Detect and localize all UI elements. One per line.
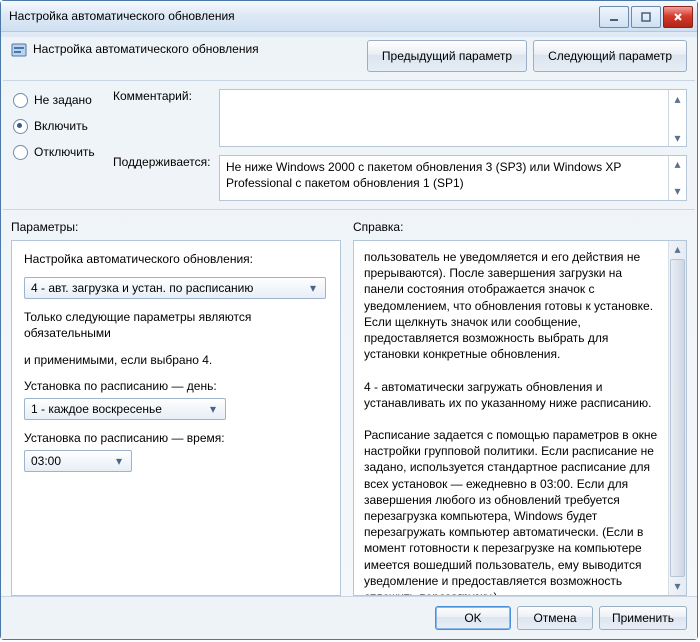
state-radio-group: Не задано Включить Отключить <box>13 89 113 201</box>
radio-icon <box>13 93 28 108</box>
options-label: Параметры: <box>11 220 341 240</box>
panels: Параметры: Настройка автоматического обн… <box>1 216 697 596</box>
close-icon <box>673 12 683 22</box>
window-buttons <box>597 6 693 26</box>
radio-label: Не задано <box>34 93 92 107</box>
help-scrollbar[interactable]: ▴ ▾ <box>668 241 686 595</box>
radio-icon <box>13 145 28 160</box>
header: Настройка автоматического обновления Пре… <box>1 32 697 80</box>
close-button[interactable] <box>663 6 693 28</box>
state-disabled[interactable]: Отключить <box>13 141 113 163</box>
minimize-button[interactable] <box>599 6 629 28</box>
window-title: Настройка автоматического обновления <box>9 9 597 23</box>
scroll-up-icon: ▴ <box>669 241 686 258</box>
previous-setting-button[interactable]: Предыдущий параметр <box>367 40 527 72</box>
schedule-time-dropdown[interactable]: 03:00 ▾ <box>24 450 132 472</box>
radio-icon <box>13 119 28 134</box>
help-label: Справка: <box>353 220 687 240</box>
policy-icon <box>11 42 27 58</box>
dialog-window: Настройка автоматического обновления Нас… <box>0 0 698 640</box>
radio-label: Включить <box>34 119 88 133</box>
scroll-down-icon: ▾ <box>669 578 686 595</box>
options-box: Настройка автоматического обновления: 4 … <box>11 240 341 596</box>
chevron-down-icon: ▾ <box>111 453 127 469</box>
titlebar: Настройка автоматического обновления <box>1 1 697 32</box>
dropdown-value: 4 - авт. загрузка и устан. по расписанию <box>31 280 305 296</box>
maximize-icon <box>641 12 651 22</box>
state-enabled[interactable]: Включить <box>13 115 113 137</box>
comment-scrollbar[interactable]: ▴ ▾ <box>668 90 686 146</box>
supported-box: Не ниже Windows 2000 с пакетом обновлени… <box>219 155 687 201</box>
footer: OK Отмена Применить <box>1 596 697 639</box>
cancel-button[interactable]: Отмена <box>517 606 593 630</box>
state-not-configured[interactable]: Не задано <box>13 89 113 111</box>
scroll-up-icon: ▴ <box>669 90 686 107</box>
scroll-up-icon: ▴ <box>669 156 686 173</box>
options-note2: и применимыми, если выбрано 4. <box>24 352 328 368</box>
ok-button[interactable]: OK <box>435 606 511 630</box>
next-setting-button[interactable]: Следующий параметр <box>533 40 687 72</box>
minimize-icon <box>609 12 619 22</box>
comment-label: Комментарий: <box>113 89 219 147</box>
divider <box>3 209 695 210</box>
settings-grid: Не задано Включить Отключить Комментарий… <box>1 81 697 205</box>
maximize-button[interactable] <box>631 6 661 28</box>
header-title: Настройка автоматического обновления <box>33 40 361 56</box>
options-note: Только следующие параметры являются обяз… <box>24 309 328 341</box>
dropdown-value: 03:00 <box>31 453 111 469</box>
chevron-down-icon: ▾ <box>205 401 221 417</box>
help-panel: Справка: пользователь не уведомляется и … <box>353 220 687 596</box>
schedule-day-label: Установка по расписанию — день: <box>24 378 328 394</box>
scroll-thumb[interactable] <box>670 259 685 577</box>
scroll-down-icon: ▾ <box>669 129 686 146</box>
options-heading: Настройка автоматического обновления: <box>24 251 328 267</box>
options-panel: Параметры: Настройка автоматического обн… <box>11 220 341 596</box>
comment-supported-col: Комментарий: ▴ ▾ Поддерживается: Не ниже… <box>113 89 687 201</box>
supported-scrollbar[interactable]: ▴ ▾ <box>668 156 686 200</box>
apply-button[interactable]: Применить <box>599 606 687 630</box>
schedule-day-dropdown[interactable]: 1 - каждое воскресенье ▾ <box>24 398 226 420</box>
help-text: пользователь не уведомляется и его дейст… <box>364 249 664 596</box>
schedule-time-label: Установка по расписанию — время: <box>24 430 328 446</box>
help-box: пользователь не уведомляется и его дейст… <box>353 240 687 596</box>
supported-label: Поддерживается: <box>113 155 219 201</box>
comment-input[interactable]: ▴ ▾ <box>219 89 687 147</box>
update-mode-dropdown[interactable]: 4 - авт. загрузка и устан. по расписанию… <box>24 277 326 299</box>
dropdown-value: 1 - каждое воскресенье <box>31 401 205 417</box>
supported-text: Не ниже Windows 2000 с пакетом обновлени… <box>226 160 621 190</box>
scroll-down-icon: ▾ <box>669 183 686 200</box>
chevron-down-icon: ▾ <box>305 280 321 296</box>
supported-row: Поддерживается: Не ниже Windows 2000 с п… <box>113 155 687 201</box>
radio-label: Отключить <box>34 145 95 159</box>
comment-row: Комментарий: ▴ ▾ <box>113 89 687 147</box>
